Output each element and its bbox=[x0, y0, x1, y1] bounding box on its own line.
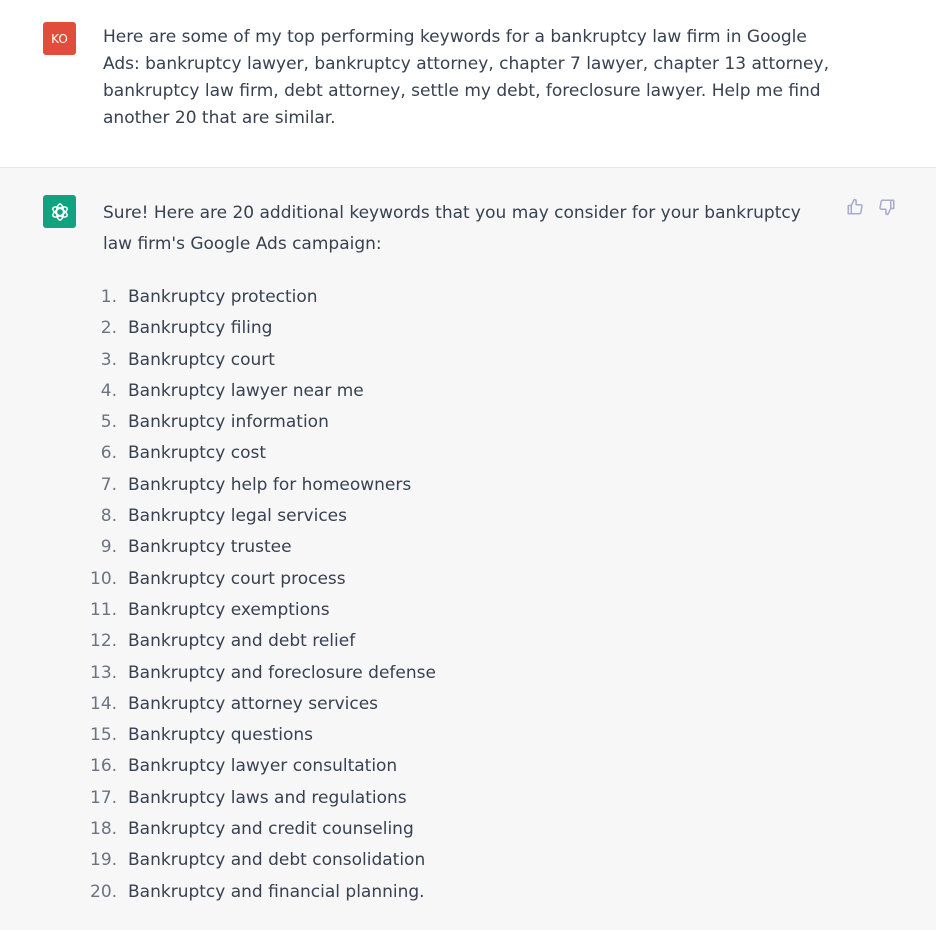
keyword-item: 17. Bankruptcy laws and regulations bbox=[90, 783, 436, 814]
keyword-number: 7. bbox=[100, 474, 117, 495]
keyword-text: Bankruptcy legal services bbox=[128, 506, 347, 527]
keyword-number: 6. bbox=[100, 443, 117, 464]
keyword-item: 6. Bankruptcy cost bbox=[90, 438, 436, 469]
keyword-item: 7. Bankruptcy help for homeowners bbox=[90, 470, 436, 501]
keyword-text: Bankruptcy and financial planning. bbox=[128, 881, 425, 902]
keyword-number: 16. bbox=[90, 756, 118, 777]
keyword-item: 5. Bankruptcy information bbox=[90, 407, 436, 438]
keyword-text: Bankruptcy and debt relief bbox=[128, 631, 356, 652]
keyword-text: Bankruptcy lawyer consultation bbox=[128, 756, 398, 777]
keyword-text: Bankruptcy information bbox=[128, 412, 329, 433]
keyword-item: 19. Bankruptcy and debt consolidation bbox=[90, 845, 436, 876]
keyword-number: 18. bbox=[90, 819, 118, 840]
assistant-avatar bbox=[43, 195, 76, 228]
keyword-number: 9. bbox=[100, 537, 117, 558]
keyword-item: 9. Bankruptcy trustee bbox=[90, 532, 436, 563]
keyword-text: Bankruptcy exemptions bbox=[128, 599, 330, 620]
keyword-number: 11. bbox=[90, 599, 118, 620]
keyword-number: 15. bbox=[90, 725, 118, 746]
keyword-item: 16. Bankruptcy lawyer consultation bbox=[90, 751, 436, 782]
keyword-item: 14. Bankruptcy attorney services bbox=[90, 689, 436, 720]
keyword-item: 10. Bankruptcy court process bbox=[90, 564, 436, 595]
keyword-text: Bankruptcy and foreclosure defense bbox=[128, 662, 436, 683]
keyword-number: 3. bbox=[100, 349, 117, 370]
keyword-number: 14. bbox=[90, 693, 118, 714]
keyword-item: 13. Bankruptcy and foreclosure defense bbox=[90, 658, 436, 689]
keyword-item: 3. Bankruptcy court bbox=[90, 345, 436, 376]
keyword-item: 15. Bankruptcy questions bbox=[90, 720, 436, 751]
keyword-number: 20. bbox=[90, 881, 118, 902]
keyword-text: Bankruptcy attorney services bbox=[128, 693, 379, 714]
keyword-item: 12. Bankruptcy and debt relief bbox=[90, 626, 436, 657]
keyword-list: 1. Bankruptcy protection 2. Bankruptcy fili… bbox=[90, 282, 436, 908]
keyword-text: Bankruptcy court bbox=[128, 349, 275, 370]
keyword-item: 4. Bankruptcy lawyer near me bbox=[90, 376, 436, 407]
user-initials: KO bbox=[51, 31, 68, 46]
assistant-message: Sure! Here are 20 additional keywords th… bbox=[0, 168, 936, 930]
keyword-number: 13. bbox=[90, 662, 118, 683]
keyword-item: 2. Bankruptcy filing bbox=[90, 313, 436, 344]
feedback-buttons bbox=[846, 198, 896, 216]
keyword-number: 1. bbox=[100, 287, 117, 307]
keyword-text: Bankruptcy filing bbox=[128, 318, 273, 339]
thumbs-down-icon[interactable] bbox=[878, 198, 896, 216]
thumbs-up-icon[interactable] bbox=[846, 198, 864, 216]
keyword-number: 4. bbox=[100, 380, 117, 401]
keyword-number: 8. bbox=[100, 506, 117, 527]
user-message-text: Here are some of my top performing keywo… bbox=[103, 27, 829, 128]
keyword-item: 18. Bankruptcy and credit counseling bbox=[90, 814, 436, 845]
keyword-text: Bankruptcy trustee bbox=[128, 537, 292, 558]
keyword-number: 19. bbox=[90, 850, 118, 871]
keyword-text: Bankruptcy court process bbox=[128, 568, 346, 589]
openai-logo-icon bbox=[51, 202, 68, 221]
keyword-item: 20. Bankruptcy and financial planning. bbox=[90, 877, 436, 908]
user-message: KO Here are some of my top performing ke… bbox=[0, 0, 936, 168]
keyword-text: Bankruptcy protection bbox=[128, 287, 318, 307]
keyword-text: Bankruptcy cost bbox=[128, 443, 267, 464]
keyword-number: 10. bbox=[90, 568, 118, 589]
keyword-number: 12. bbox=[90, 631, 118, 652]
assistant-intro: Sure! Here are 20 additional keywords th… bbox=[103, 203, 801, 254]
keyword-item: 1. Bankruptcy protection bbox=[90, 282, 436, 313]
keyword-text: Bankruptcy lawyer near me bbox=[128, 380, 364, 401]
user-avatar: KO bbox=[43, 22, 76, 55]
keyword-number: 5. bbox=[100, 412, 117, 433]
keyword-number: 2. bbox=[100, 318, 117, 339]
keyword-text: Bankruptcy help for homeowners bbox=[128, 474, 412, 495]
keyword-text: Bankruptcy and credit counseling bbox=[128, 819, 414, 840]
keyword-text: Bankruptcy and debt consolidation bbox=[128, 850, 426, 871]
keyword-item: 8. Bankruptcy legal services bbox=[90, 501, 436, 532]
keyword-text: Bankruptcy questions bbox=[128, 725, 314, 746]
keyword-number: 17. bbox=[90, 787, 118, 808]
keyword-text: Bankruptcy laws and regulations bbox=[128, 787, 407, 808]
keyword-item: 11. Bankruptcy exemptions bbox=[90, 595, 436, 626]
